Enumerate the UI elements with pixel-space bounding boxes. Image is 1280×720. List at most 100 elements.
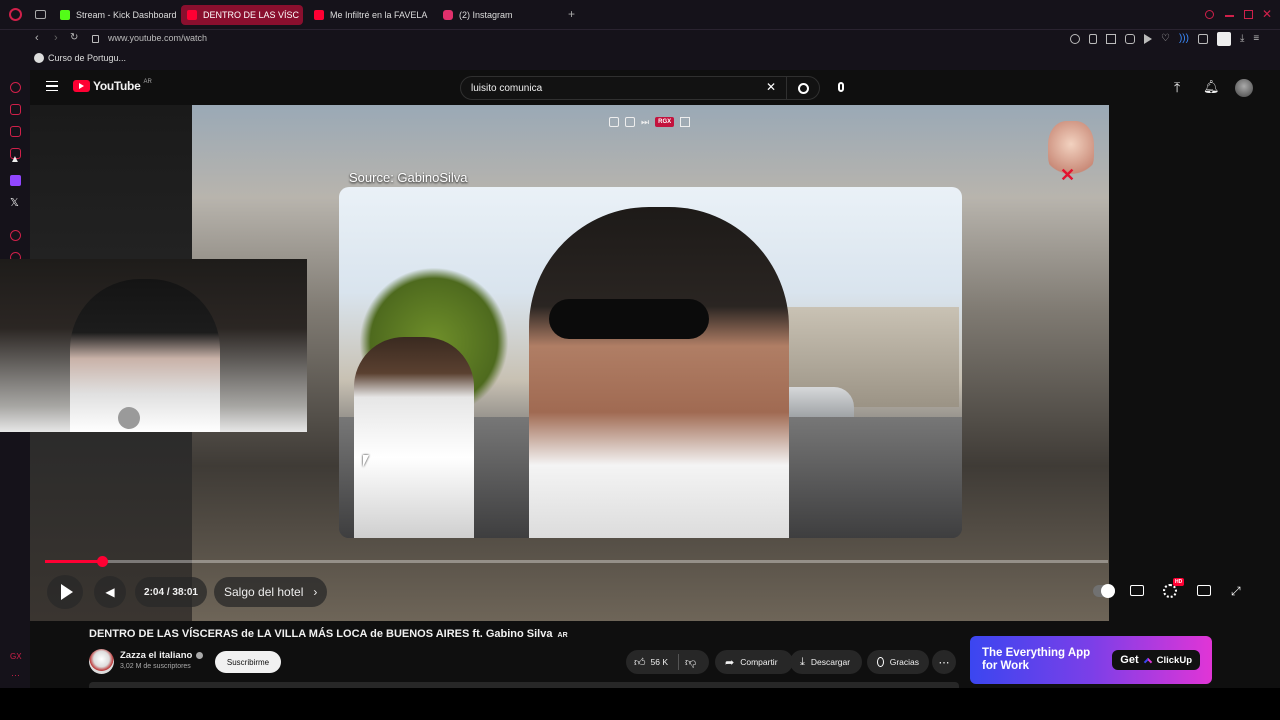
tab-kick-dashboard[interactable]: Stream - Kick Dashboard [54, 5, 176, 25]
ad-cta-button[interactable]: Get ClickUp [1112, 650, 1200, 670]
progress-bar[interactable] [45, 560, 1108, 563]
exit-icon[interactable] [625, 117, 635, 127]
kick-icon [60, 10, 70, 20]
channel-avatar[interactable] [89, 649, 114, 674]
extensions-icon[interactable] [1197, 34, 1208, 44]
verified-icon [196, 652, 204, 659]
sidebar-toggle-icon[interactable] [680, 117, 691, 127]
forward-icon[interactable]: › [54, 32, 58, 44]
streamer-sticker-icon: ✕ [1048, 121, 1094, 185]
chapter-title: Salgo del hotel [224, 585, 304, 599]
sidebar-chat-icon[interactable] [10, 126, 21, 137]
clickup-ad-banner[interactable]: The Everything App for Work Get ClickUp [970, 636, 1212, 684]
notifications-bell-icon[interactable]: 🔔︎ [1203, 79, 1220, 95]
sidebar-shopping-icon[interactable] [10, 104, 21, 115]
sidebar-feed-icon[interactable] [10, 82, 21, 93]
source-caption: Source: GabinoSilva [349, 170, 468, 185]
ad-headline-line2: for Work [982, 660, 1030, 672]
sidebar-x-icon[interactable]: 𝕏 [10, 196, 19, 209]
tab-manager-icon[interactable] [35, 10, 46, 19]
opera-logo-icon[interactable] [9, 8, 22, 21]
lock-icon [92, 35, 99, 43]
restore-icon[interactable] [1244, 10, 1253, 19]
download-icon[interactable]: ⤓ [1240, 34, 1244, 46]
clip-person-left [354, 337, 474, 538]
download-button[interactable]: ⤓ Descargar [790, 650, 862, 674]
voice-search-icon[interactable] [832, 78, 850, 96]
progress-scrubber[interactable] [97, 556, 108, 567]
sidebar-more-icon[interactable]: ··· [11, 670, 20, 680]
heart-icon[interactable]: ♡ [1161, 34, 1170, 46]
dislike-button[interactable]: 👎︎ [685, 656, 696, 669]
shield-icon[interactable] [1125, 34, 1135, 44]
volume-icon: ◀ [105, 585, 115, 599]
close-window-icon[interactable]: ✕ [1262, 7, 1272, 21]
video-title: DENTRO DE LAS VÍSCERAS de LA VILLA MÁS L… [89, 628, 568, 640]
popout-icon[interactable] [609, 117, 619, 127]
youtube-logo[interactable]: YouTube AR [73, 79, 152, 93]
thanks-button[interactable]: Gracias [867, 650, 929, 674]
webcam-microphone [118, 407, 140, 429]
clickup-logo-icon [1143, 657, 1152, 666]
settings-gear-icon[interactable] [1163, 584, 1177, 598]
skip-icon[interactable]: ⏭ [641, 117, 649, 128]
upload-icon[interactable]: ⤒ [1174, 79, 1180, 96]
subtitles-icon[interactable] [1130, 585, 1144, 596]
sidebar-twitch-icon[interactable] [10, 175, 21, 186]
subscribe-label: Suscribirme [226, 657, 270, 667]
youtube-logo-text: YouTube [93, 79, 141, 93]
play-button[interactable] [47, 575, 83, 609]
youtube-logo-icon [73, 80, 90, 92]
search-button[interactable] [786, 76, 820, 100]
more-actions-button[interactable]: ⋯ [932, 650, 956, 674]
ad-headline: The Everything App for Work [982, 647, 1090, 673]
minimize-icon[interactable] [1225, 15, 1234, 17]
sidebar-aria-icon[interactable]: ▲ [10, 154, 20, 165]
new-tab-button[interactable]: + [566, 8, 577, 20]
clear-search-icon[interactable]: ✕ [766, 80, 776, 94]
url-field[interactable]: www.youtube.com/watch [108, 33, 207, 43]
search-input[interactable]: luisito comunica [471, 83, 542, 94]
like-dislike-group: 👍︎ 56 K 👎︎ [626, 650, 709, 674]
like-button[interactable]: 👍︎ 56 K [634, 656, 668, 669]
subscribe-button[interactable]: Suscribirme [215, 651, 281, 673]
time-text: 2:04 / 38:01 [144, 586, 198, 598]
profile-avatar-icon[interactable] [1216, 32, 1231, 46]
search-icon [798, 82, 809, 94]
play-icon[interactable] [1144, 34, 1152, 44]
browser-tab-bar: Stream - Kick Dashboard DENTRO DE LAS VÍ… [0, 0, 1280, 30]
video-title-badge: AR [557, 632, 568, 639]
menu-icon[interactable]: ≡ [1253, 34, 1259, 46]
snapshot-icon[interactable] [1106, 34, 1116, 44]
share-icon: ➦ [725, 656, 735, 669]
search-tabs-icon[interactable] [1205, 10, 1214, 19]
thumbs-up-icon: 👍︎ [634, 656, 646, 669]
fullscreen-icon[interactable]: ⤢ [1231, 584, 1241, 599]
zoom-icon[interactable] [1070, 34, 1080, 44]
sidebar-history-icon[interactable] [10, 230, 21, 241]
chapter-button[interactable]: Salgo del hotel › [214, 577, 328, 607]
user-avatar[interactable] [1235, 79, 1253, 97]
autoplay-toggle[interactable] [1093, 584, 1115, 598]
share-button[interactable]: ➦ Compartir [715, 650, 793, 674]
webcam-person [70, 279, 220, 432]
sidebar-gx-icon[interactable]: GX [10, 652, 22, 661]
pin-icon[interactable] [1089, 34, 1097, 44]
region-code: AR [143, 79, 152, 85]
subscriber-count: 3,02 M de suscriptores [120, 663, 191, 670]
embedded-clip-frame [339, 187, 962, 538]
rgx-badge[interactable]: RGX [655, 117, 675, 127]
thanks-icon [877, 657, 884, 667]
theater-mode-icon[interactable] [1197, 585, 1211, 596]
tab-youtube-favela[interactable]: Me Infiltré en la FAVELA [308, 5, 432, 25]
hamburger-menu-icon[interactable] [46, 81, 58, 91]
back-icon[interactable]: ‹ [35, 32, 39, 44]
extension-audio-icon[interactable]: ))) [1179, 34, 1189, 46]
tab-youtube-active[interactable]: DENTRO DE LAS VÍSC [181, 5, 303, 25]
channel-name[interactable]: Zazza el italiano [120, 650, 204, 661]
volume-button[interactable]: ◀ [94, 576, 126, 608]
tab-label: (2) Instagram [459, 10, 513, 20]
reload-icon[interactable]: ↻ [70, 32, 78, 43]
bookmark-item[interactable]: Curso de Portugu... [34, 53, 126, 63]
tab-instagram[interactable]: (2) Instagram [437, 5, 557, 25]
